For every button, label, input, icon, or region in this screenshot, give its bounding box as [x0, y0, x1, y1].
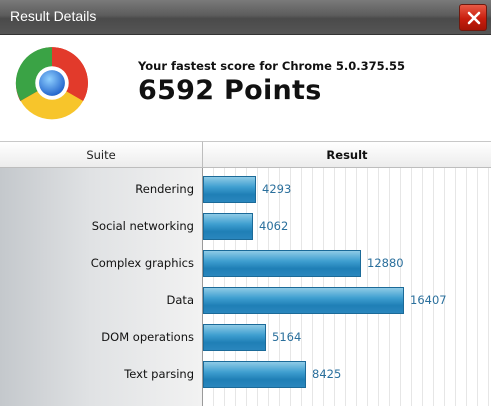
- table-row: Social networking 4062: [0, 205, 491, 242]
- column-header-suite[interactable]: Suite: [0, 141, 202, 168]
- column-header-result[interactable]: Result: [202, 141, 491, 168]
- suite-label: Complex graphics: [90, 256, 194, 270]
- close-icon: [467, 11, 481, 25]
- score-subtitle: Your fastest score for Chrome 5.0.375.55: [138, 59, 406, 73]
- suite-label: Social networking: [91, 219, 194, 233]
- title-bar: Result Details: [0, 0, 491, 35]
- chrome-logo: [15, 47, 88, 120]
- result-bar: [203, 176, 256, 203]
- score-total: 6592 Points: [138, 75, 322, 106]
- table-row: Complex graphics 12880: [0, 242, 491, 279]
- table-row: Data 16407: [0, 279, 491, 316]
- window-title: Result Details: [10, 8, 97, 24]
- result-bar: [203, 361, 306, 388]
- result-header: Your fastest score for Chrome 5.0.375.55…: [0, 35, 491, 141]
- table-row: Text parsing 8425: [0, 353, 491, 390]
- suite-label: Data: [166, 293, 194, 307]
- close-button[interactable]: [459, 4, 487, 31]
- table-row: DOM operations 5164: [0, 316, 491, 353]
- result-bar: [203, 250, 361, 277]
- suite-label: Text parsing: [124, 367, 194, 381]
- suite-label: DOM operations: [101, 330, 194, 344]
- result-value: 16407: [410, 293, 447, 307]
- result-value: 4062: [259, 219, 289, 233]
- result-value: 4293: [262, 182, 292, 196]
- suite-label: Rendering: [135, 182, 194, 196]
- result-bar: [203, 213, 253, 240]
- result-bar: [203, 287, 404, 314]
- results-table: Suite Result Rendering 4293 Social network…: [0, 141, 491, 406]
- result-bar: [203, 324, 266, 351]
- result-value: 5164: [272, 330, 302, 344]
- table-row: Rendering 4293: [0, 168, 491, 205]
- result-value: 8425: [312, 367, 342, 381]
- result-value: 12880: [367, 256, 404, 270]
